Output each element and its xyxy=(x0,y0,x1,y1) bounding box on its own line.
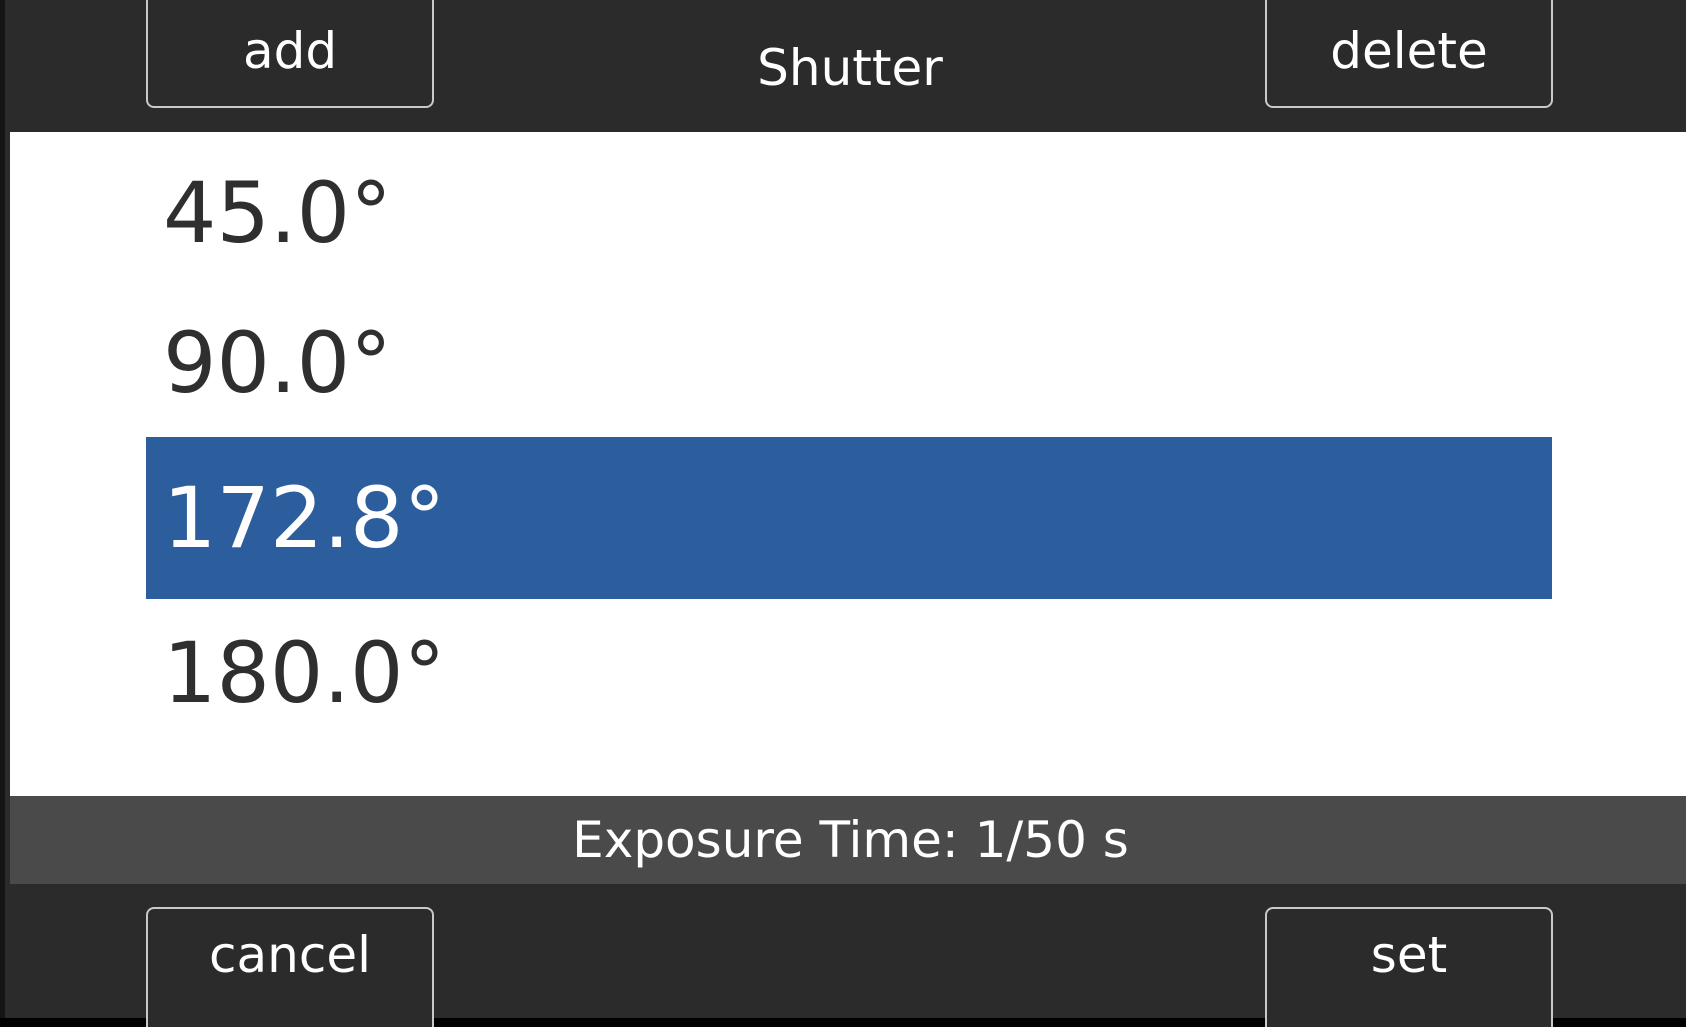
shutter-screen: add Shutter delete 45.0° 90.0° 172.8° 18… xyxy=(0,0,1686,1027)
cancel-button[interactable]: cancel xyxy=(146,907,434,1027)
shutter-angle-list[interactable]: 45.0° 90.0° 172.8° 180.0° xyxy=(10,132,1686,796)
add-button[interactable]: add xyxy=(146,0,434,108)
delete-button[interactable]: delete xyxy=(1265,0,1553,108)
list-item-172-8-selected[interactable]: 172.8° xyxy=(146,437,1552,599)
set-button[interactable]: set xyxy=(1265,907,1553,1027)
list-item-180[interactable]: 180.0° xyxy=(146,592,1552,754)
list-item-45[interactable]: 45.0° xyxy=(146,132,1552,294)
header-bar: add Shutter delete xyxy=(5,0,1686,132)
page-title: Shutter xyxy=(757,39,943,97)
list-item-90[interactable]: 90.0° xyxy=(146,282,1552,444)
exposure-time-status: Exposure Time: 1/50 s xyxy=(10,796,1686,884)
